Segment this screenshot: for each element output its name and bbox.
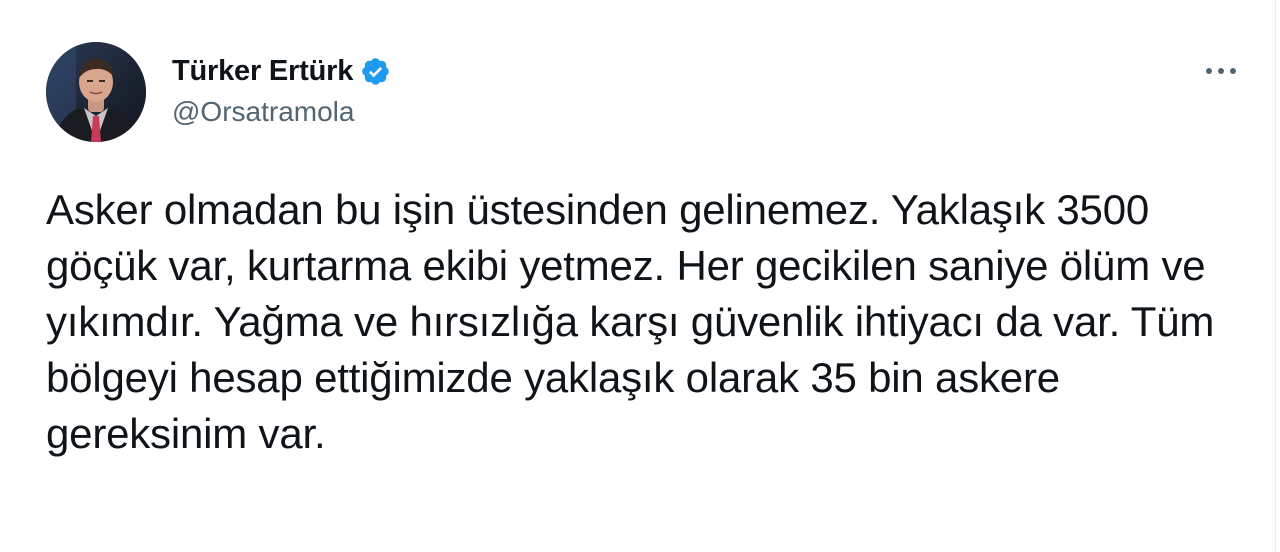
more-options-button[interactable] <box>1198 56 1244 86</box>
verified-badge-icon <box>360 56 391 87</box>
author-name-row[interactable]: Türker Ertürk <box>172 52 391 90</box>
card-border <box>1275 0 1276 552</box>
author-handle[interactable]: @Orsatramola <box>172 96 354 128</box>
profile-photo <box>46 42 146 142</box>
tweet-card: Türker Ertürk @Orsatramola Asker olmadan… <box>0 0 1280 552</box>
more-horizontal-icon <box>1206 68 1236 74</box>
avatar[interactable] <box>46 42 146 142</box>
author-display-name[interactable]: Türker Ertürk <box>172 55 353 88</box>
tweet-text: Asker olmadan bu işin üstesinden gelinem… <box>46 186 1226 457</box>
